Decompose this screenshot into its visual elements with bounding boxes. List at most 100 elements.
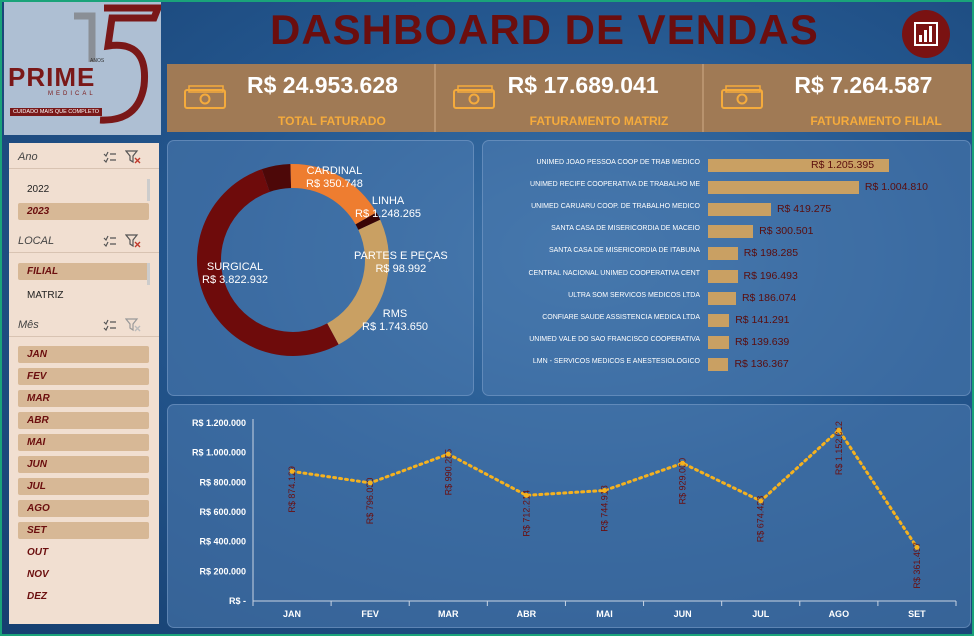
bar-category-label: UNIMED RECIFE COOPERATIVA DE TRABALHO ME <box>530 181 700 189</box>
logo-brand: PRIME <box>8 62 96 92</box>
bar-mark[interactable] <box>708 203 771 217</box>
slicer-mes-item[interactable]: OUT <box>18 544 149 561</box>
bar-category-label: UNIMED VALE DO SAO FRANCISCO COOPERATIVA <box>529 335 700 343</box>
bar-mark[interactable] <box>708 269 738 283</box>
bar-mark[interactable] <box>708 335 729 349</box>
bar-mark[interactable] <box>708 291 736 305</box>
slicer-mes-item[interactable]: MAI <box>18 434 149 451</box>
slicer-ano-item-selected[interactable]: 2023 <box>18 203 149 220</box>
slicer-local: LOCAL FILIAL MATRIZ <box>9 227 159 301</box>
bar-value-label: R$ 1.205.395 <box>811 159 875 171</box>
kpi-total-value: R$ 24.953.628 <box>247 72 398 98</box>
multi-select-icon[interactable] <box>103 319 117 331</box>
money-icon <box>452 85 495 109</box>
slicer-mes-item[interactable]: JUL <box>18 478 149 495</box>
kpi-total: R$ 24.953.628 TOTAL FATURADO <box>167 64 436 132</box>
slicer-mes-header: Mês <box>9 311 159 337</box>
x-tick-label: JUN <box>674 609 692 619</box>
bar-mark[interactable] <box>708 225 754 239</box>
bar-value-label: R$ 186.074 <box>741 291 797 304</box>
slicer-local-scrollbar[interactable] <box>147 263 150 285</box>
donut-value-cardinal: R$ 350.748 <box>306 178 363 190</box>
slicer-mes-item[interactable]: FEV <box>18 368 149 385</box>
x-tick-label: JUL <box>752 609 770 619</box>
donut-value-rms: R$ 1.743.650 <box>362 321 429 333</box>
slicer-mes-item[interactable]: NOV <box>18 566 149 583</box>
y-tick-label: R$ 600.000 <box>199 507 246 517</box>
bar-category-label: UNIMED CARUARU COOP. DE TRABALHO MEDICO <box>531 203 700 211</box>
donut-label-partes: PARTES E PEÇAS R$ 98.992 <box>354 250 448 276</box>
x-tick-label: AGO <box>829 609 850 619</box>
clear-filter-icon[interactable] <box>125 234 141 248</box>
bar-mark[interactable] <box>708 357 729 371</box>
slicer-ano-item[interactable]: 2022 <box>18 181 149 198</box>
x-tick-label: SET <box>908 609 926 619</box>
bar-category-label: SANTA CASA DE MISERICORDIA DE MACEIO <box>551 225 700 233</box>
bar-mark[interactable] <box>708 181 859 195</box>
slicer-mes-item[interactable]: JAN <box>18 346 149 363</box>
slicer-mes-item[interactable]: AGO <box>18 500 149 517</box>
donut-value-surgical: R$ 3.822.932 <box>202 274 269 286</box>
slicer-mes-item[interactable]: JUN <box>18 456 149 473</box>
bar-category-label: LMN - SERVICOS MEDICOS E ANESTESIOLOGICO <box>532 357 700 365</box>
donut-category-surgical: SURGICAL <box>206 261 264 273</box>
slicer-mes-item[interactable]: ABR <box>18 412 149 429</box>
kpi-matriz: R$ 17.689.041 FATURAMENTO MATRIZ <box>436 64 705 132</box>
bar-mark[interactable] <box>708 313 730 327</box>
kpi-total-label: TOTAL FATURADO <box>278 114 386 128</box>
bar-value-label: R$ 136.367 <box>734 357 789 370</box>
donut-label-rms: RMS R$ 1.743.650 <box>362 308 428 334</box>
bar-mark[interactable] <box>708 247 738 261</box>
line-point[interactable] <box>523 492 529 498</box>
monthly-line-chart-card: R$ - R$ 200.000 R$ 400.000 R$ 600.000 R$ 800… <box>167 404 971 628</box>
bar-category-label: SANTA CASA DE MISERICORDIA DE ITABUNA <box>548 247 700 255</box>
top-clients-bar-chart: UNIMED JOAO PESSOA COOP DE TRAB MEDICO R$… <box>482 140 971 396</box>
line-point[interactable] <box>836 427 842 433</box>
line-point[interactable] <box>680 460 686 466</box>
bar-value-label: R$ 141.291 <box>735 313 790 326</box>
money-icon <box>721 85 764 109</box>
line-point[interactable] <box>602 488 607 494</box>
line-point[interactable] <box>367 480 373 486</box>
bar-value-label: R$ 300.501 <box>759 225 814 238</box>
line-point[interactable] <box>289 468 295 474</box>
slicer-mes-item[interactable]: MAR <box>18 390 149 407</box>
slicer-local-item[interactable]: MATRIZ <box>18 287 149 304</box>
bar-category-label: UNIMED JOAO PESSOA COOP DE TRAB MEDICO <box>536 159 701 166</box>
bar-value-label: R$ 139.639 <box>734 335 790 348</box>
slicer-ano-header: Ano <box>9 143 159 169</box>
kpi-filial-value: R$ 7.264.587 <box>794 72 933 98</box>
slicer-mes-item[interactable]: SET <box>18 522 149 539</box>
x-tick-label: ABR <box>517 609 537 619</box>
bar-category-label: CENTRAL NACIONAL UNIMED COOPERATIVA CENT <box>528 269 700 277</box>
y-tick-label: R$ 200.000 <box>199 566 246 576</box>
slicer-ano-scrollbar[interactable] <box>147 179 150 201</box>
donut-value-linha: R$ 1.248.265 <box>355 208 422 220</box>
slicer-mes-item[interactable]: DEZ <box>18 588 149 605</box>
kpi-filial: R$ 7.264.587 FATURAMENTO FILIAL <box>704 64 971 132</box>
monthly-line-chart: R$ - R$ 200.000 R$ 400.000 R$ 600.000 R$ 800… <box>192 418 957 619</box>
logo-tagline: CUIDADO MAIS QUE COMPLETO <box>10 108 102 116</box>
line-point[interactable] <box>758 498 764 504</box>
multi-select-icon[interactable] <box>103 235 117 247</box>
line-point[interactable] <box>914 544 920 550</box>
filter-panel: Ano 2022 2023 LOCAL FILIAL MATRIZ Mês JA… <box>9 143 159 624</box>
y-tick-label: R$ - <box>229 596 246 606</box>
slicer-mes: Mês JAN FEV MAR ABR MAI JUN JUL AGO SET … <box>9 311 159 602</box>
page-title: DASHBOARD DE VENDAS <box>270 6 819 53</box>
kpi-filial-label: FATURAMENTO FILIAL <box>810 114 942 128</box>
clear-filter-icon[interactable] <box>125 318 141 332</box>
bar-category-label: CONFIARE SAUDE ASSISTENCIA MEDICA LTDA <box>542 313 700 321</box>
multi-select-icon[interactable] <box>103 151 117 163</box>
bar-chart-icon[interactable] <box>902 10 950 58</box>
slicer-local-item-selected[interactable]: FILIAL <box>18 263 149 280</box>
bar-value-label: R$ 196.493 <box>743 269 798 282</box>
kpi-matriz-value: R$ 17.689.041 <box>507 72 659 98</box>
donut-category-linha: LINHA <box>371 195 405 207</box>
line-point[interactable] <box>445 451 451 457</box>
bar-value-label: R$ 198.285 <box>743 247 799 260</box>
clear-filter-icon[interactable] <box>125 150 141 164</box>
y-tick-label: R$ 800.000 <box>199 477 246 487</box>
donut-category-partes: PARTES E PEÇAS <box>354 250 448 262</box>
bar-value-label: R$ 419.275 <box>776 203 832 216</box>
